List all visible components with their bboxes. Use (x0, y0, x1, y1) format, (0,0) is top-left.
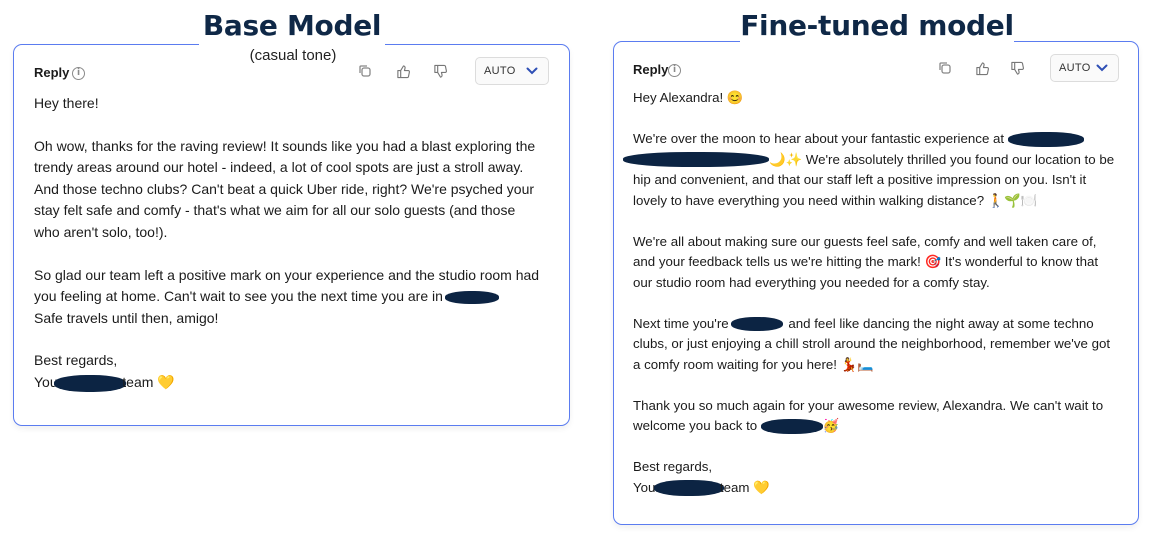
tone-select[interactable]: AUTO (1050, 54, 1119, 82)
reply-label: Reply (633, 62, 669, 77)
chevron-down-icon (526, 67, 538, 75)
reply-greeting: Hey Alexandra! 😊 (633, 90, 744, 105)
redaction (760, 418, 823, 434)
reply-paragraph: So glad our team left a positive mark on… (34, 266, 543, 305)
info-icon[interactable]: i (668, 64, 681, 77)
reply-greeting: Hey there! (34, 95, 99, 111)
tone-select[interactable]: AUTO (475, 57, 549, 85)
reply-paragraph: We're over the moon to hear about your f… (623, 129, 1118, 211)
redaction (444, 290, 499, 304)
reply-paragraph: Oh wow, thanks for the raving review! It… (34, 137, 540, 240)
reply-paragraph: Thank you so much again for your awesome… (633, 397, 1107, 434)
fine-tuned-reply-text: Hey Alexandra! 😊 We're over the moon to … (623, 88, 1118, 498)
copy-icon[interactable] (352, 58, 378, 84)
reply-label: Reply (34, 65, 70, 80)
base-model-heading: Base Model (199, 6, 385, 46)
chevron-down-icon (1096, 64, 1108, 72)
redaction (1007, 131, 1084, 147)
tone-subheading: (casual tone) (249, 47, 337, 64)
thumbs-up-icon[interactable] (390, 58, 416, 84)
reply-signature: Your team 💛 (633, 479, 770, 496)
thumbs-down-icon[interactable] (427, 58, 453, 84)
reply-signoff: Best regards, (34, 352, 118, 369)
reply-paragraph: Safe travels until then, amigo! (34, 309, 219, 326)
reply-paragraph: Next time you're and feel like dancing t… (633, 315, 1114, 372)
copy-icon[interactable] (932, 55, 958, 81)
redaction (623, 152, 769, 168)
tone-select-value: AUTO (1059, 62, 1091, 74)
reply-signature: Your team 💛 (34, 373, 175, 392)
reply-paragraph: We're all about making sure our guests f… (633, 233, 1102, 290)
info-icon[interactable]: i (72, 67, 85, 80)
thumbs-down-icon[interactable] (1004, 55, 1030, 81)
redaction (653, 479, 724, 496)
reply-signoff: Best regards, (633, 459, 713, 474)
tone-select-value: AUTO (484, 65, 516, 77)
redaction (730, 316, 783, 331)
base-model-reply-text: Hey there! Oh wow, thanks for the raving… (34, 93, 544, 394)
redaction (54, 374, 127, 392)
fine-tuned-heading: Fine-tuned model (740, 6, 1014, 46)
thumbs-up-icon[interactable] (969, 55, 995, 81)
